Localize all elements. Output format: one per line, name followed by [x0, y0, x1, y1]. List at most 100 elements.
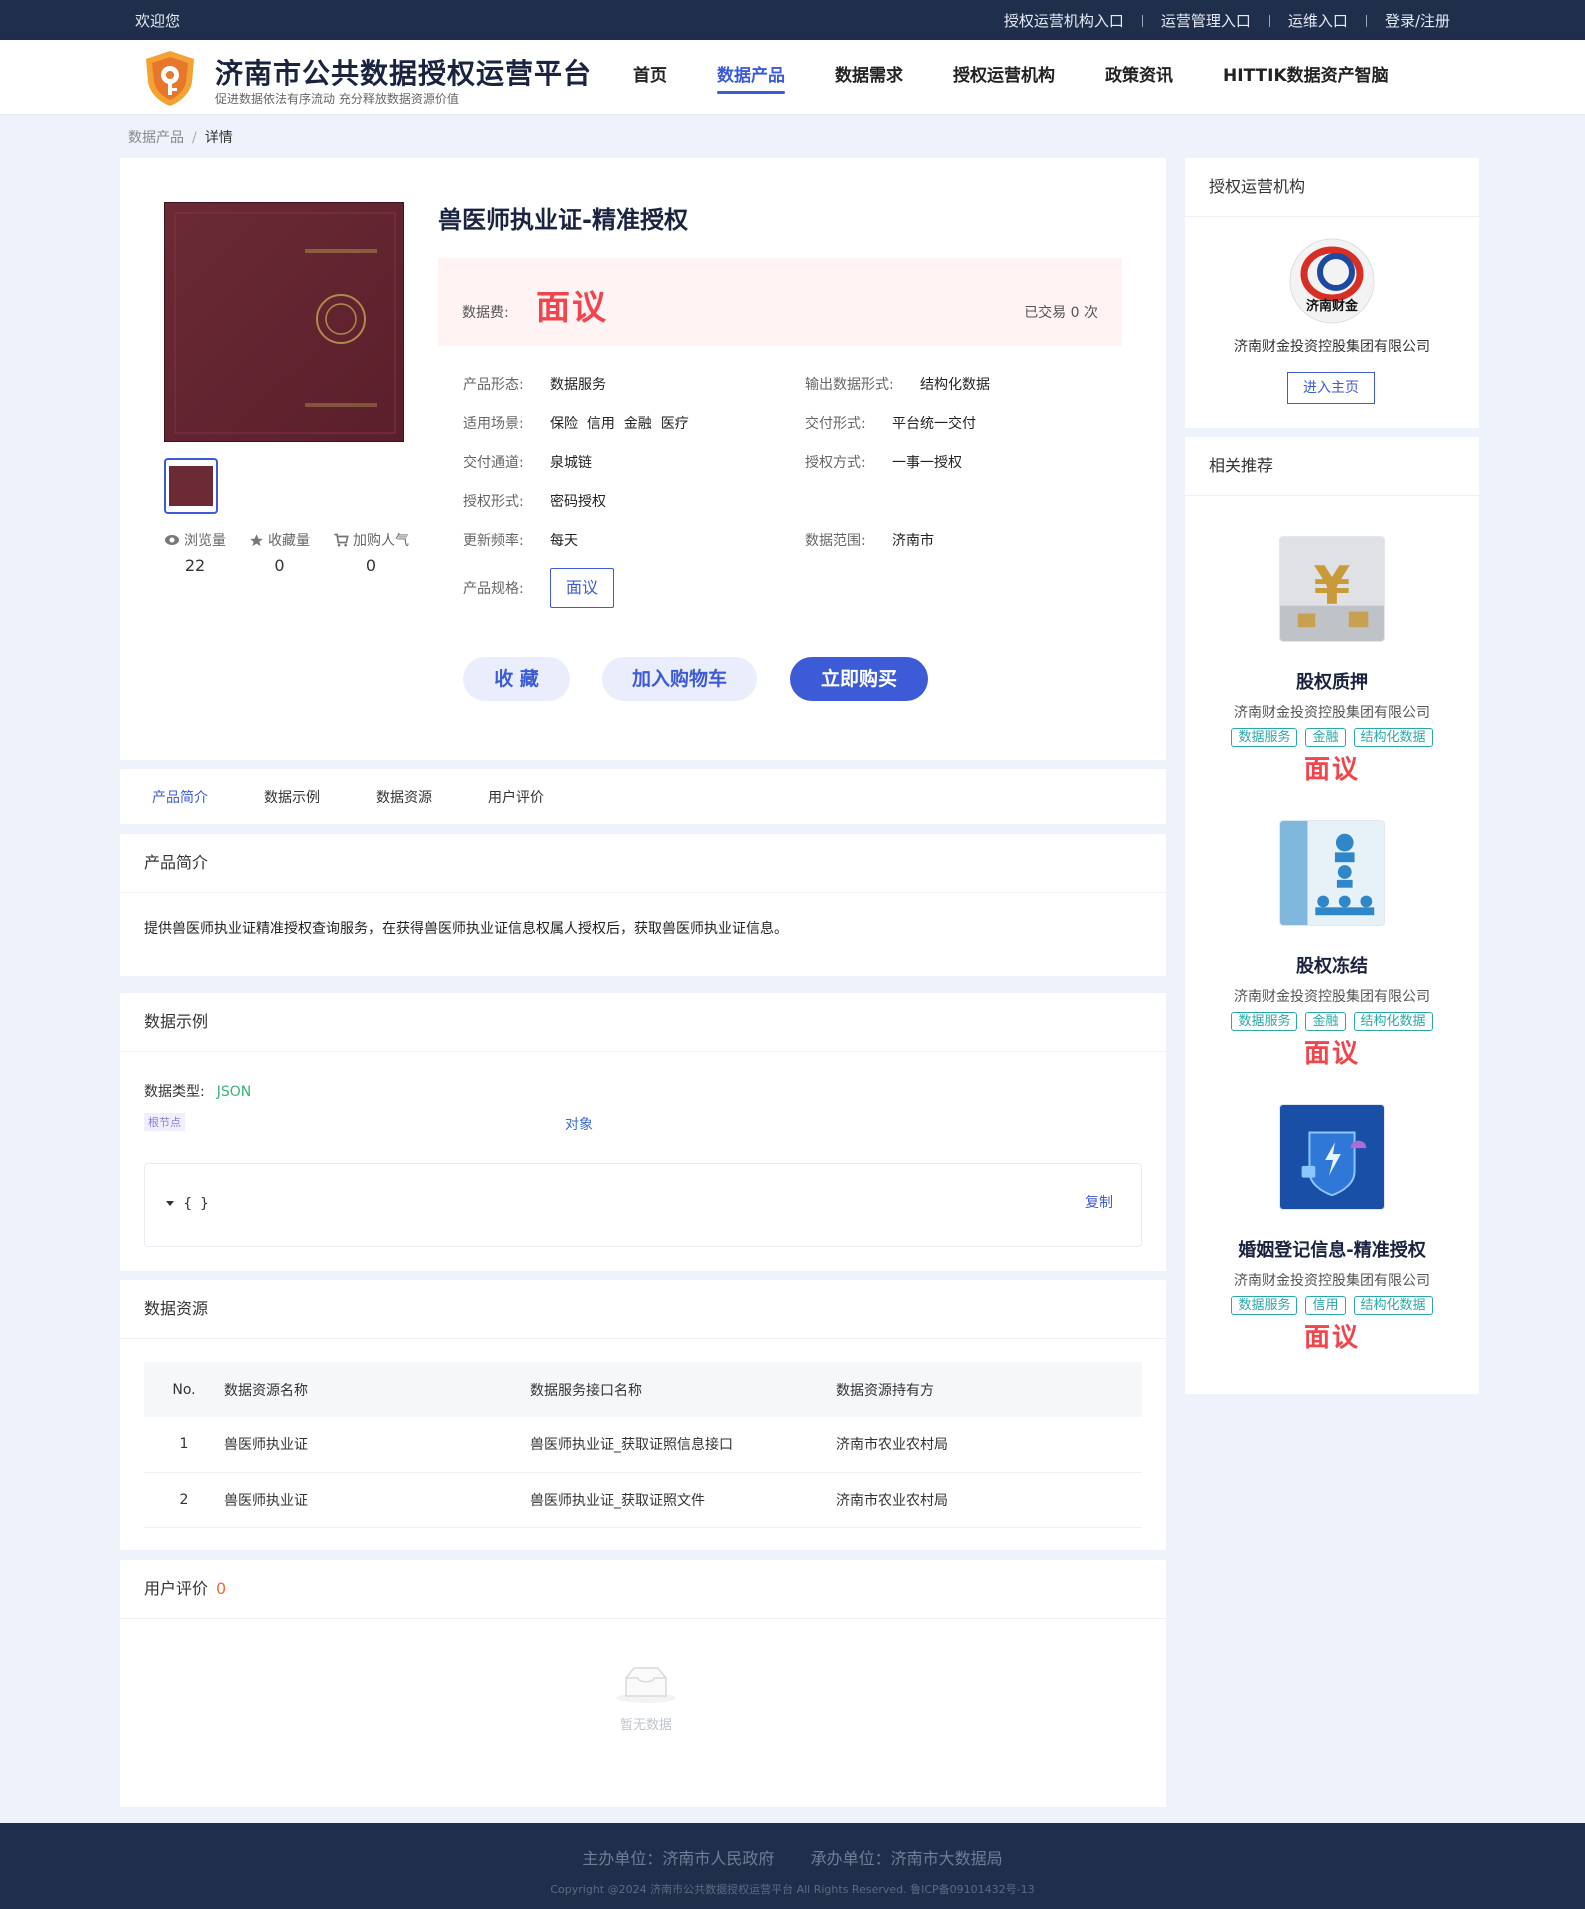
- nav-policy-news[interactable]: 政策资讯: [1105, 40, 1173, 114]
- intro-text: 提供兽医师执业证精准授权查询服务，在获得兽医师执业证信息权属人授权后，获取兽医师…: [144, 921, 788, 937]
- tab-intro[interactable]: 产品简介: [152, 787, 208, 807]
- stat-views-label: 浏览量: [184, 533, 226, 549]
- section-title: 用户评价 0: [144, 1560, 226, 1618]
- stat-views: 浏览量 22: [164, 530, 226, 575]
- nav-hittik[interactable]: HITTIK数据资产智脑: [1223, 40, 1389, 114]
- org-entry-link[interactable]: 授权运营机构入口: [1004, 10, 1124, 31]
- attr-value: 济南市: [892, 533, 934, 549]
- product-title: 兽医师执业证-精准授权: [438, 206, 688, 234]
- tab-review[interactable]: 用户评价: [488, 787, 544, 807]
- table-cell: 济南市农业农村局: [836, 1472, 1142, 1528]
- divider: [120, 1051, 1166, 1052]
- site-logo-icon[interactable]: [140, 48, 200, 108]
- passport-emblem-icon: [174, 212, 396, 434]
- main-nav: 首页 数据产品 数据需求 授权运营机构 政策资讯 HITTIK数据资产智脑: [633, 40, 1439, 114]
- nav-operators[interactable]: 授权运营机构: [953, 40, 1055, 114]
- security-shield-image: [1279, 1104, 1385, 1210]
- table-cell: 2: [144, 1472, 224, 1528]
- attr-label: 授权形式:: [463, 494, 524, 510]
- recommend-price: 面议: [1303, 755, 1360, 785]
- ops-mgmt-link[interactable]: 运营管理入口: [1161, 10, 1251, 31]
- cart-icon: [334, 533, 349, 546]
- maintenance-link[interactable]: 运维入口: [1288, 10, 1348, 31]
- attr-label: 更新频率:: [463, 533, 524, 549]
- recommend-company: 济南财金投资控股集团有限公司: [1234, 1273, 1430, 1289]
- recommend-tags: 数据服务 金融 结构化数据: [1185, 1012, 1479, 1031]
- tab-example[interactable]: 数据示例: [264, 787, 320, 807]
- recommend-tags: 数据服务 信用 结构化数据: [1185, 1296, 1479, 1315]
- breadcrumb-parent[interactable]: 数据产品: [128, 130, 184, 146]
- nav-data-demand[interactable]: 数据需求: [835, 40, 903, 114]
- section-title: 产品简介: [144, 853, 209, 872]
- eye-icon: [165, 535, 179, 545]
- empty-label: 暂无数据: [619, 1718, 672, 1733]
- divider: [120, 1618, 1166, 1619]
- svg-text:¥: ¥: [1314, 556, 1351, 617]
- recommend-item[interactable]: 股权冻结 济南财金投资控股集团有限公司 数据服务 金融 结构化数据 面议: [1185, 820, 1479, 1070]
- add-to-cart-button[interactable]: 加入购物车: [602, 657, 757, 701]
- tag: 结构化数据: [1353, 1296, 1433, 1315]
- favorite-button[interactable]: 收 藏: [463, 657, 570, 701]
- stat-favorites-label: 收藏量: [268, 533, 310, 549]
- stat-cart-value: 0: [365, 556, 377, 575]
- column-header: No.: [144, 1362, 224, 1417]
- tab-resource[interactable]: 数据资源: [376, 787, 432, 807]
- intro-section: 产品简介 提供兽医师执业证精准授权查询服务，在获得兽医师执业证信息权属人授权后，…: [120, 834, 1166, 976]
- operator-logo[interactable]: 济南财金: [1289, 238, 1375, 324]
- org-chart-image: [1279, 820, 1385, 926]
- attr-value: 结构化数据: [920, 377, 990, 393]
- caret-down-icon[interactable]: [165, 1200, 175, 1208]
- nav-data-products[interactable]: 数据产品: [717, 40, 785, 114]
- operator-panel: 授权运营机构 济南财金 济南财金投资控股集团有限公司 进入主页: [1185, 158, 1479, 428]
- site-title[interactable]: 济南市公共数据授权运营平台: [215, 52, 592, 92]
- recommend-price: 面议: [1303, 1039, 1360, 1069]
- stat-views-value: 22: [184, 556, 206, 575]
- object-label: 对象: [565, 1117, 593, 1133]
- column-header: 数据服务接口名称: [530, 1362, 836, 1417]
- recommend-item[interactable]: ¥ 股权质押 济南财金投资控股集团有限公司 数据服务 金融 结构化数据 面议: [1185, 536, 1479, 786]
- json-viewer[interactable]: { }: [165, 1196, 209, 1212]
- attr-frequency: 更新频率: 每天: [463, 530, 578, 550]
- empty-state: 暂无数据: [614, 1664, 678, 1733]
- attr-value: 一事一授权: [892, 455, 962, 471]
- price-value: 面议: [536, 288, 608, 328]
- review-section: 用户评价 0 暂无数据: [120, 1560, 1166, 1807]
- enter-homepage-button[interactable]: 进入主页: [1287, 372, 1375, 404]
- divider: [1365, 14, 1367, 27]
- breadcrumb: 数据产品 / 详情: [128, 127, 233, 147]
- table-row: 2 兽医师执业证 兽医师执业证_获取证照文件 济南市农业农村局: [144, 1472, 1142, 1528]
- footer-organizers: 主办单位：济南市人民政府 承办单位：济南市大数据局: [582, 1849, 1003, 1868]
- attr-channel: 交付通道: 泉城链: [463, 452, 592, 472]
- recommend-item[interactable]: 婚姻登记信息-精准授权 济南财金投资控股集团有限公司 数据服务 信用 结构化数据…: [1185, 1104, 1479, 1354]
- table-cell: 兽医师执业证_获取证照文件: [530, 1472, 836, 1528]
- price-box: 数据费: 面议 已交易 0 次: [438, 258, 1122, 346]
- resource-table: No. 数据资源名称 数据服务接口名称 数据资源持有方 1 兽医师执业证 兽医师…: [144, 1362, 1142, 1528]
- breadcrumb-separator: /: [192, 130, 197, 146]
- root-node-badge: 根节点: [144, 1113, 185, 1131]
- spec-option[interactable]: 面议: [550, 568, 614, 608]
- column-header: 数据资源名称: [224, 1362, 530, 1417]
- product-thumbnail[interactable]: [164, 458, 218, 514]
- table-cell: 兽医师执业证_获取证照信息接口: [530, 1417, 836, 1473]
- buy-now-button[interactable]: 立即购买: [790, 657, 928, 701]
- attr-authform: 授权形式: 密码授权: [463, 491, 606, 511]
- json-content: { }: [183, 1196, 209, 1212]
- table-cell: 兽医师执业证: [224, 1417, 530, 1473]
- recommend-company: 济南财金投资控股集团有限公司: [1234, 705, 1430, 721]
- section-title: 数据示例: [144, 1012, 209, 1031]
- login-register-link[interactable]: 登录/注册: [1385, 10, 1450, 31]
- copy-button[interactable]: 复制: [1085, 1192, 1113, 1212]
- recommend-tags: 数据服务 金融 结构化数据: [1185, 728, 1479, 747]
- recommend-company: 济南财金投资控股集团有限公司: [1234, 989, 1430, 1005]
- site-header: 济南市公共数据授权运营平台 促进数据依法有序流动 充分释放数据资源价值 首页 数…: [0, 40, 1585, 114]
- tag: 结构化数据: [1353, 728, 1433, 747]
- attr-scene: 适用场景: 保险 信用 金融 医疗: [463, 413, 689, 433]
- tag: 金融: [1305, 1012, 1346, 1031]
- attr-label: 产品形态:: [463, 377, 524, 393]
- divider: [1185, 495, 1479, 496]
- nav-home[interactable]: 首页: [633, 40, 667, 114]
- attr-label: 交付通道:: [463, 455, 524, 471]
- operator-logo-text: 济南财金: [1306, 298, 1359, 314]
- data-type: 数据类型: JSON: [144, 1081, 251, 1101]
- recommend-price: 面议: [1303, 1323, 1360, 1353]
